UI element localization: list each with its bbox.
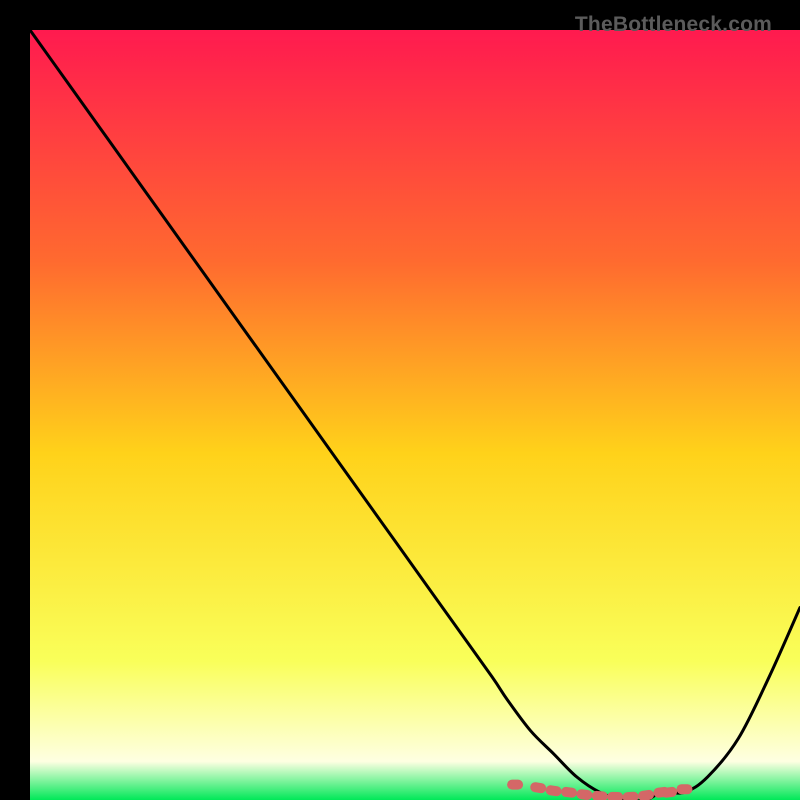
gradient-background [30, 30, 800, 800]
marker-dot [507, 780, 523, 790]
marker-dot [677, 784, 693, 794]
bottleneck-chart [30, 30, 800, 800]
chart-frame: TheBottleneck.com [15, 15, 785, 785]
marker-dot [607, 792, 623, 800]
watermark-label: TheBottleneck.com [575, 13, 772, 37]
